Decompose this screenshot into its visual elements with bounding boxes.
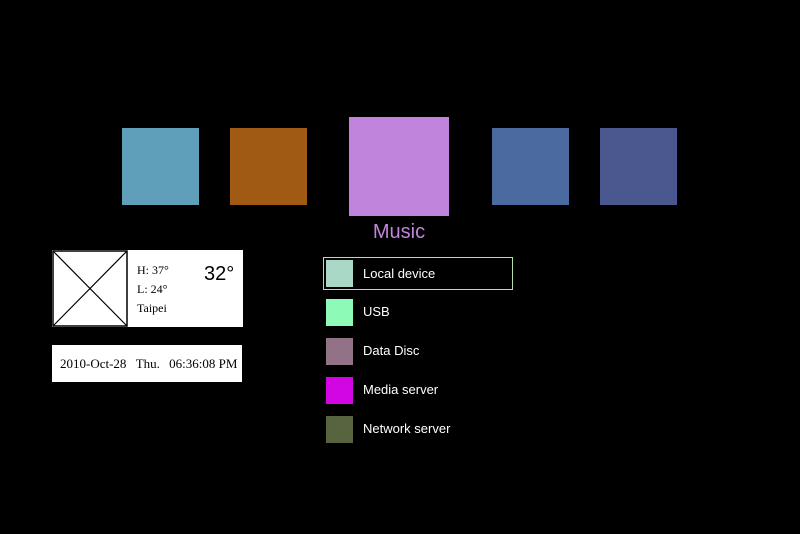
source-swatch bbox=[326, 299, 353, 326]
source-item-media-server[interactable]: Media server bbox=[323, 374, 513, 407]
weather-high-temp: H: 37° bbox=[137, 263, 169, 277]
source-item-local-device[interactable]: Local device bbox=[323, 257, 513, 290]
date-text: 2010-Oct-28 bbox=[60, 356, 127, 371]
weather-low-temp: L: 24° bbox=[137, 282, 168, 296]
datetime-widget: 2010-Oct-28 Thu. 06:36:08 PM bbox=[52, 345, 242, 382]
source-swatch bbox=[326, 260, 353, 287]
image-placeholder-icon bbox=[52, 250, 128, 327]
category-tile-1[interactable] bbox=[122, 128, 199, 205]
source-swatch bbox=[326, 338, 353, 365]
source-label: Media server bbox=[363, 382, 439, 397]
day-text: Thu. bbox=[135, 356, 160, 371]
weather-city: Taipei bbox=[137, 301, 167, 315]
source-label: Network server bbox=[363, 421, 451, 436]
source-swatch bbox=[326, 416, 353, 443]
source-item-data-disc[interactable]: Data Disc bbox=[323, 335, 513, 368]
source-swatch bbox=[326, 377, 353, 404]
source-item-usb[interactable]: USB bbox=[323, 296, 513, 329]
source-label: USB bbox=[363, 304, 390, 319]
time-text: 06:36:08 PM bbox=[169, 356, 238, 371]
category-title: Music bbox=[372, 221, 426, 243]
category-tile-5[interactable] bbox=[600, 128, 677, 205]
category-tile-4[interactable] bbox=[492, 128, 569, 205]
source-item-network-server[interactable]: Network server bbox=[323, 413, 513, 446]
weather-widget: H: 37° L: 24° Taipei 32° bbox=[52, 250, 243, 327]
source-label: Local device bbox=[363, 266, 436, 281]
category-tile-music[interactable] bbox=[349, 117, 449, 216]
weather-current-temp: 32° bbox=[204, 263, 235, 285]
source-label: Data Disc bbox=[363, 343, 420, 358]
category-tile-2[interactable] bbox=[230, 128, 307, 205]
